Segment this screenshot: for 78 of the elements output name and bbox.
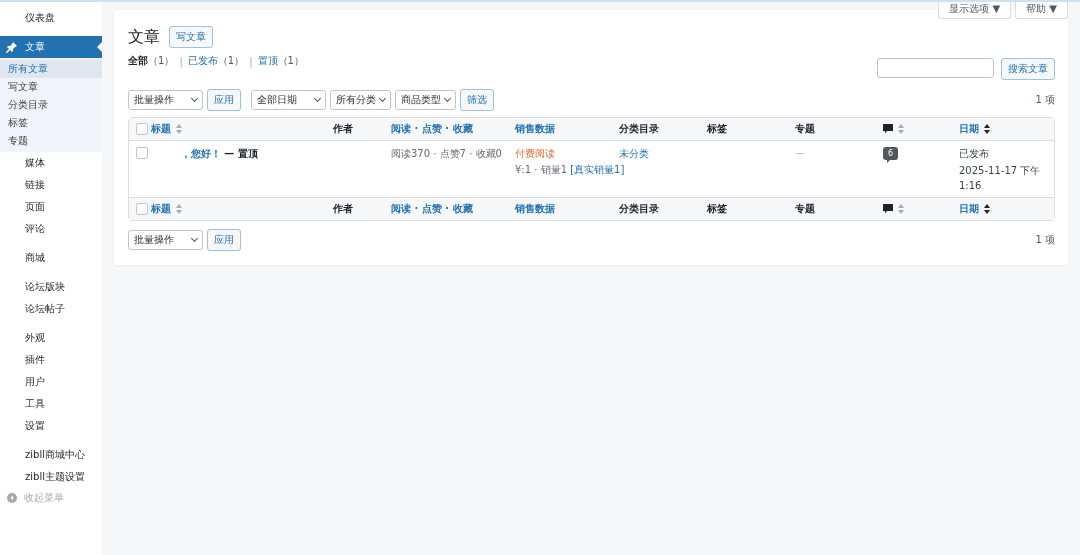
real-sales-link[interactable]: [真实销量1] — [570, 164, 625, 175]
status-filter-link[interactable]: 置顶（1） — [257, 54, 304, 68]
collapse-icon — [7, 493, 17, 503]
post-date: 2025-11-17 下午 1:16 — [959, 164, 1042, 193]
menu-item[interactable]: 外观 — [0, 327, 102, 349]
menu-item[interactable]: zibll主题设置 — [0, 466, 102, 488]
sale-type: 付费阅读 — [515, 147, 556, 161]
menu-item[interactable]: 用户 — [0, 371, 102, 393]
column-header: 分类目录 — [619, 202, 659, 216]
comment-icon — [883, 124, 893, 134]
submenu-item[interactable]: 标签 — [0, 114, 102, 132]
add-new-button[interactable]: 写文章 — [169, 26, 213, 48]
menu-item[interactable]: zibll商城中心 — [0, 444, 102, 466]
bulk-actions-select[interactable]: 批量操作 — [128, 90, 203, 110]
submenu-item[interactable]: 分类目录 — [0, 96, 102, 114]
column-sort-link[interactable]: 阅读 · 点赞 · 收藏 — [391, 202, 473, 216]
filter-select[interactable]: 所有分类 — [330, 90, 391, 110]
menu-item[interactable]: 评论 — [0, 218, 102, 240]
column-sort-link[interactable]: 阅读 · 点赞 · 收藏 — [391, 122, 473, 136]
column-header: 作者 — [333, 122, 353, 136]
column-header: 专题 — [795, 202, 815, 216]
stats-text: 阅读370 · 点赞7 · 收藏0 — [391, 148, 502, 159]
menu-item[interactable]: 媒体 — [0, 152, 102, 174]
apply-button[interactable]: 应用 — [207, 229, 241, 251]
pin-icon — [6, 41, 18, 53]
sort-icon[interactable] — [984, 204, 990, 214]
page-title: 文章 — [128, 26, 160, 48]
menu-item[interactable]: 论坛帖子 — [0, 298, 102, 320]
column-sort-link[interactable]: 日期 — [959, 202, 979, 216]
select-all-checkbox[interactable] — [136, 123, 148, 135]
column-sort-link[interactable]: 销售数据 — [515, 202, 555, 216]
separator: | — [179, 55, 183, 67]
filter-button[interactable]: 筛选 — [460, 89, 494, 111]
search-field[interactable] — [877, 58, 994, 78]
status-filter-link[interactable]: 全部（1） — [128, 54, 175, 68]
sort-icon[interactable] — [984, 124, 990, 134]
column-sort-link[interactable]: 日期 — [959, 122, 979, 136]
separator: | — [249, 55, 253, 67]
column-sort-link[interactable]: 销售数据 — [515, 122, 555, 136]
menu-item[interactable]: 工具 — [0, 393, 102, 415]
category-link[interactable]: 未分类 — [619, 148, 649, 159]
submenu-item[interactable]: 所有文章 — [0, 60, 102, 78]
submenu-item[interactable]: 写文章 — [0, 78, 102, 96]
apply-button[interactable]: 应用 — [207, 89, 241, 111]
column-header: 标签 — [707, 202, 727, 216]
item-count: 1 项 — [1035, 233, 1055, 247]
menu-item[interactable]: 论坛版块 — [0, 276, 102, 298]
status-filter-link[interactable]: 已发布（1） — [187, 54, 245, 68]
select-all-checkbox[interactable] — [136, 203, 148, 215]
comment-icon — [883, 204, 893, 214]
menu-item[interactable]: 仪表盘 — [0, 7, 102, 29]
submenu-item[interactable]: 专题 — [0, 132, 102, 150]
post-state: — 置顶 — [224, 148, 258, 159]
column-header: 分类目录 — [619, 122, 659, 136]
filter-select[interactable]: 全部日期 — [251, 90, 326, 110]
menu-item[interactable]: 商城 — [0, 247, 102, 269]
menu-item[interactable]: 链接 — [0, 174, 102, 196]
tab-button[interactable]: 帮助 ▼ — [1015, 2, 1068, 19]
column-header: 标签 — [707, 122, 727, 136]
menu-item[interactable]: 文章 — [0, 36, 102, 58]
column-sort-link[interactable]: 标题 — [151, 122, 171, 136]
post-title-link[interactable]: ，您好！ — [181, 148, 221, 159]
item-count: 1 项 — [1035, 93, 1055, 107]
menu-item[interactable]: 设置 — [0, 415, 102, 437]
sale-info: ¥:1 · 销量1 — [515, 164, 567, 175]
tab-button[interactable]: 显示选项 ▼ — [938, 2, 1012, 19]
search-button[interactable]: 搜索文章 — [1001, 58, 1055, 80]
row-checkbox[interactable] — [136, 147, 148, 159]
filter-select[interactable]: 商品类型 — [395, 90, 456, 110]
column-header: 作者 — [333, 202, 353, 216]
menu-item[interactable]: 页面 — [0, 196, 102, 218]
menu-item[interactable]: 插件 — [0, 349, 102, 371]
column-header: 专题 — [795, 122, 815, 136]
bulk-actions-select[interactable]: 批量操作 — [128, 230, 203, 250]
topic-cell: — — [795, 147, 805, 158]
post-status: 已发布 — [959, 147, 990, 161]
column-sort-link[interactable]: 标题 — [151, 202, 171, 216]
comment-count-badge[interactable]: 6 — [883, 147, 899, 160]
